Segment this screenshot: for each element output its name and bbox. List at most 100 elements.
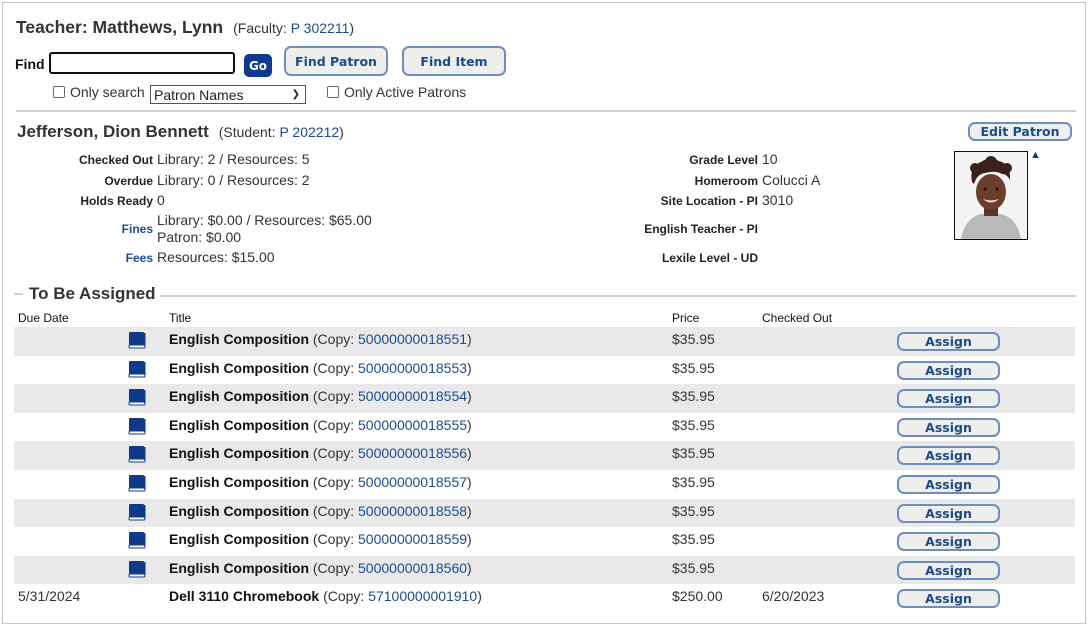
find-patron-button[interactable]: Find Patron xyxy=(284,46,388,76)
assign-button[interactable]: Assign xyxy=(897,503,1000,523)
student-heading: Jefferson, Dion Bennett (Student: P 20221… xyxy=(17,122,344,142)
find-input[interactable] xyxy=(49,52,235,74)
go-button[interactable]: Go xyxy=(244,54,272,77)
table-row: English Composition (Copy: 5000000001855… xyxy=(14,527,1075,556)
copy-barcode-link[interactable]: 50000000018553 xyxy=(358,360,467,376)
overdue-label: Overdue xyxy=(104,174,153,188)
copy-barcode-link[interactable]: 50000000018558 xyxy=(358,503,467,519)
item-title: English Composition xyxy=(169,416,309,433)
due-date: 5/31/2024 xyxy=(18,588,81,605)
book-icon xyxy=(128,532,146,549)
item-title-cell: English Composition (Copy: 5000000001855… xyxy=(169,331,472,347)
table-row: English Composition (Copy: 5000000001855… xyxy=(14,356,1075,385)
col-checked-out: Checked Out xyxy=(762,311,833,325)
only-search-option[interactable]: Only search xyxy=(53,84,145,100)
student-id: (Student: P 202212) xyxy=(218,124,344,140)
section-divider xyxy=(160,295,1076,297)
copy-barcode-link[interactable]: 50000000018557 xyxy=(358,474,467,490)
price: $35.95 xyxy=(672,531,715,548)
assign-button[interactable]: Assign xyxy=(897,589,1000,609)
section-title: To Be Assigned xyxy=(29,284,156,303)
table-row: English Composition (Copy: 5000000001855… xyxy=(14,413,1075,442)
assign-button[interactable]: Assign xyxy=(897,560,1000,580)
copy-barcode-link[interactable]: 50000000018551 xyxy=(358,331,467,347)
lexile-level-label: Lexile Level - UD xyxy=(661,251,758,265)
holds-ready-value: 0 xyxy=(157,192,165,208)
book-icon xyxy=(128,503,146,521)
book-icon xyxy=(128,475,146,492)
divider xyxy=(16,110,1076,112)
copy-barcode-link[interactable]: 50000000018560 xyxy=(358,560,467,576)
chevron-down-icon: ❯ xyxy=(291,89,300,100)
edit-patron-button[interactable]: Edit Patron xyxy=(968,122,1072,141)
assign-button[interactable]: Assign xyxy=(897,532,1000,552)
table-row: English Composition (Copy: 5000000001855… xyxy=(14,327,1075,356)
price: $35.95 xyxy=(672,416,715,433)
only-search-checkbox[interactable] xyxy=(53,86,65,98)
table-row: English Composition (Copy: 5000000001855… xyxy=(14,498,1075,528)
price: $35.95 xyxy=(672,474,715,490)
assign-button[interactable]: Assign xyxy=(897,446,1000,466)
overdue-value: Library: 0 / Resources: 2 xyxy=(157,172,310,188)
copy-barcode-link[interactable]: 50000000018556 xyxy=(358,445,467,461)
fines-value-patron: Patron: $0.00 xyxy=(157,229,242,245)
fees-value: Resources: $15.00 xyxy=(157,249,275,265)
fees-link[interactable]: Fees xyxy=(126,251,153,265)
price: $35.95 xyxy=(672,331,715,347)
assign-button[interactable]: Assign xyxy=(897,389,1000,409)
assign-button[interactable]: Assign xyxy=(897,360,1000,380)
book-icon xyxy=(128,360,146,378)
assign-button[interactable]: Assign xyxy=(897,475,1000,494)
copy-barcode-link[interactable]: 57100000001910 xyxy=(368,588,477,604)
item-title: English Composition xyxy=(169,531,309,548)
only-search-label: Only search xyxy=(70,84,145,100)
checked-out-value: Library: 2 / Resources: 5 xyxy=(157,151,310,167)
grade-level-value: 10 xyxy=(762,151,778,167)
table-row: English Composition (Copy: 5000000001856… xyxy=(14,555,1075,585)
to-be-assigned-heading: To Be Assigned xyxy=(14,284,156,304)
site-location-label: Site Location - PI xyxy=(660,194,758,208)
book-icon xyxy=(128,417,146,435)
col-due-date: Due Date xyxy=(18,311,69,325)
copy-barcode-link[interactable]: 50000000018559 xyxy=(358,531,467,547)
item-title: English Composition xyxy=(169,359,309,376)
item-title-cell: English Composition (Copy: 5000000001855… xyxy=(169,531,472,548)
table-row: English Composition (Copy: 5000000001855… xyxy=(14,441,1075,470)
table-row: English Composition (Copy: 5000000001855… xyxy=(14,384,1075,413)
item-title-cell: English Composition (Copy: 5000000001855… xyxy=(169,388,472,405)
item-title: English Composition xyxy=(169,445,309,462)
item-title: English Composition xyxy=(169,388,309,405)
homeroom-label: Homeroom xyxy=(694,174,758,188)
english-teacher-label: English Teacher - PI xyxy=(644,222,758,236)
book-icon xyxy=(128,446,146,463)
item-title-cell: English Composition (Copy: 5000000001855… xyxy=(169,474,472,490)
copy-barcode-link[interactable]: 50000000018555 xyxy=(358,417,467,433)
faculty-id-link[interactable]: P 302211 xyxy=(291,20,350,36)
student-id-link[interactable]: P 202212 xyxy=(279,124,339,140)
triangle-up-icon[interactable]: ▲ xyxy=(1030,149,1041,161)
copy-barcode-link[interactable]: 50000000018554 xyxy=(358,388,467,404)
col-price: Price xyxy=(672,311,700,325)
book-icon xyxy=(128,389,146,406)
table-row: English Composition (Copy: 5000000001855… xyxy=(14,470,1075,499)
only-active-checkbox[interactable] xyxy=(327,86,339,98)
teacher-faculty-id: (Faculty: P 302211) xyxy=(233,20,355,36)
fines-link[interactable]: Fines xyxy=(122,222,153,236)
item-title: English Composition xyxy=(169,502,309,519)
price: $35.95 xyxy=(672,359,715,376)
student-name: Jefferson, Dion Bennett xyxy=(17,122,209,141)
search-scope-select[interactable]: Patron Names ❯ xyxy=(150,85,306,104)
assign-button[interactable]: Assign xyxy=(897,332,1000,351)
find-item-button[interactable]: Find Item xyxy=(402,46,506,76)
item-title: English Composition xyxy=(169,559,309,576)
site-location-value: 3010 xyxy=(762,192,794,208)
book-icon xyxy=(128,332,146,349)
item-title: English Composition xyxy=(169,331,309,347)
teacher-heading: Teacher: Matthews, Lynn (Faculty: P 30221… xyxy=(16,17,354,38)
find-label: Find xyxy=(15,56,45,72)
assign-button[interactable]: Assign xyxy=(897,417,1000,437)
only-active-option[interactable]: Only Active Patrons xyxy=(327,84,466,100)
fines-value: Library: $0.00 / Resources: $65.00 xyxy=(157,212,372,228)
section-dash xyxy=(14,293,23,295)
price: $35.95 xyxy=(672,445,715,462)
